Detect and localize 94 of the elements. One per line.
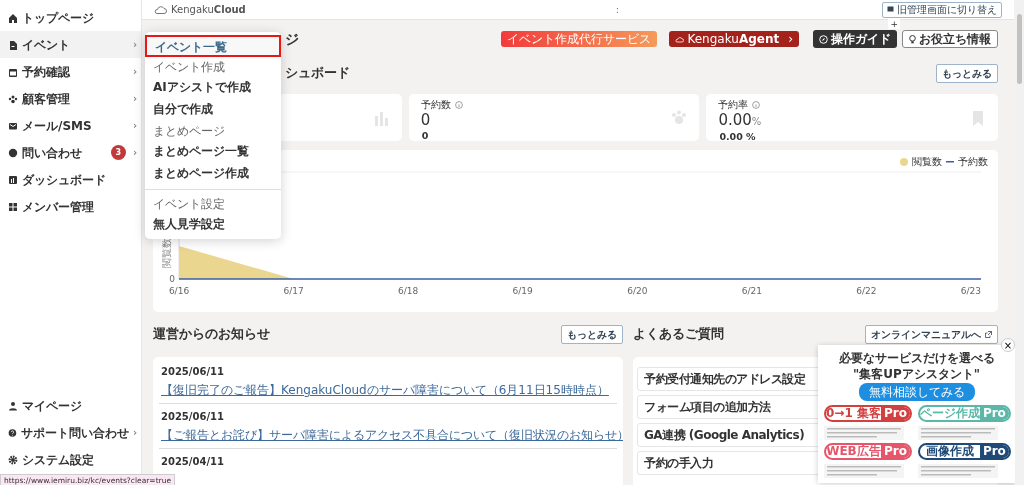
envelope-icon — [8, 120, 18, 131]
more-button[interactable]: もっとみる — [561, 324, 623, 344]
news-link[interactable]: 【復旧完了のご報告】KengakuCloudのサーバ障害について（6月11日15時時点） — [161, 381, 609, 399]
menu-item[interactable]: イベント一覧 — [145, 35, 281, 57]
menu-group-label: イベント作成 — [152, 59, 226, 76]
chevron-icon: › — [132, 91, 137, 106]
notification-badge: 3 — [110, 145, 126, 160]
plus-icon[interactable]: + — [888, 19, 900, 29]
y-tick-label: 0 — [169, 274, 175, 284]
service-tag[interactable]: WEB広告 Pro — [824, 443, 912, 460]
document-icon — [8, 39, 18, 50]
stat-label: 予約率 — [718, 98, 749, 112]
news-link[interactable]: 【ご報告とお詫び】サーバ障害によるアクセス不具合について（復旧状況のお知らせ） — [161, 426, 623, 444]
x-tick-label: 6/17 — [283, 286, 304, 296]
info-icon — [454, 100, 463, 109]
external-link-icon — [985, 330, 992, 338]
chevron-icon: › — [132, 425, 137, 440]
question-icon — [8, 427, 17, 438]
info-button[interactable]: お役立ち情報 — [902, 30, 998, 48]
stat-label: 予約数 — [420, 98, 451, 112]
menu-dots[interactable]: : — [615, 2, 620, 17]
legend-label: 閲覧数 — [912, 155, 942, 169]
sidebar-item[interactable]: サポート問い合わせ › — [0, 419, 141, 446]
service-tag[interactable]: 画像作成 Pro — [917, 443, 1011, 460]
menu-item[interactable]: AIアシストで作成 — [145, 77, 281, 99]
chat-bubble-icon — [8, 147, 18, 158]
chevron-icon: › — [132, 64, 137, 79]
lightbulb-icon — [909, 34, 916, 44]
calendar-icon — [8, 66, 18, 77]
x-tick-label: 6/21 — [741, 286, 762, 296]
x-tick-label: 6/20 — [627, 286, 648, 296]
cloud-icon — [675, 35, 685, 43]
legend-label: 予約数 — [958, 155, 988, 169]
promo-subtitle: 必要なサービスだけを選べる — [837, 350, 996, 367]
sidebar-item[interactable]: トップページ — [0, 4, 141, 31]
stat-subvalue: 0.00 % — [719, 130, 757, 144]
grid-icon — [8, 201, 18, 212]
chevron-icon: › — [132, 37, 137, 52]
agent-button[interactable]: KengakuAgent › — [669, 31, 799, 47]
home-icon — [8, 12, 18, 23]
manual-button[interactable]: オンラインマニュアルへ — [865, 324, 998, 344]
switch-admin-button[interactable]: 旧管理画面に切り替え — [882, 1, 1002, 18]
menu-group-label: まとめページ — [152, 123, 226, 140]
menu-item[interactable]: まとめページ作成 — [145, 163, 281, 185]
news-date: 2025/06/11 — [161, 365, 225, 379]
x-tick-label: 6/18 — [398, 286, 419, 296]
unit-label: % — [751, 116, 762, 127]
sidebar-item[interactable]: 問い合わせ 3 › — [0, 139, 141, 166]
promo-title: "集客UPアシスタント" — [851, 367, 981, 381]
person-icon — [8, 400, 18, 411]
section-heading: 運営からのお知らせ — [153, 325, 270, 344]
sidebar-item[interactable]: マイページ — [0, 392, 141, 419]
stat-subvalue: 0 — [421, 129, 430, 143]
bookmark-icon — [970, 109, 986, 126]
x-tick-label: 6/23 — [960, 286, 981, 296]
cloud-icon — [154, 5, 167, 14]
stat-value: 0 — [420, 112, 432, 129]
close-button[interactable]: × — [1001, 338, 1015, 352]
menu-item[interactable]: 自分で作成 — [145, 99, 281, 121]
sidebar-item[interactable]: 顧客管理 › — [0, 85, 141, 112]
bar-chart-icon — [8, 174, 18, 185]
sidebar-item[interactable]: 予約確認 › — [0, 58, 141, 85]
y-axis-label: 閲覧数 — [161, 238, 172, 268]
x-tick-label: 6/22 — [856, 286, 877, 296]
service-tag[interactable]: 0→1 集客 Pro — [824, 405, 912, 422]
bar-chart-icon — [373, 109, 390, 126]
news-date: 2025/06/11 — [161, 410, 225, 424]
section-heading: シュボード — [285, 64, 350, 83]
paw-icon — [671, 109, 688, 126]
menu-item[interactable]: 無人見学設定 — [145, 214, 281, 236]
compass-icon — [819, 34, 828, 44]
more-button[interactable]: もっとみる — [936, 63, 998, 83]
chevron-icon: › — [132, 145, 137, 160]
sidebar-item[interactable]: メール/SMS › — [0, 112, 141, 139]
monitor-icon — [887, 6, 894, 13]
sidebar-item[interactable]: システム設定 — [0, 446, 141, 473]
people-icon — [8, 93, 18, 104]
logo-text: KengakuCloud — [171, 3, 246, 17]
page-title: ジ — [285, 29, 299, 49]
menu-group-label: イベント設定 — [152, 196, 226, 213]
menu-item[interactable]: まとめページ一覧 — [145, 141, 281, 163]
stat-value: 0.00% — [718, 112, 762, 130]
guide-button[interactable]: 操作ガイド — [813, 30, 897, 48]
chevron-icon: › — [788, 30, 793, 48]
sidebar-item[interactable]: ダッシュボード — [0, 166, 141, 193]
sidebar-item[interactable]: イベント › — [0, 31, 141, 58]
section-heading: よくあるご質問 — [633, 325, 724, 344]
x-tick-label: 6/19 — [512, 286, 533, 296]
info-icon — [752, 100, 761, 109]
x-tick-label: 6/16 — [168, 286, 190, 296]
news-date: 2025/04/11 — [161, 455, 225, 469]
chevron-icon: › — [132, 118, 137, 133]
sidebar-item[interactable]: メンバー管理 — [0, 193, 141, 220]
gear-icon — [8, 454, 18, 465]
